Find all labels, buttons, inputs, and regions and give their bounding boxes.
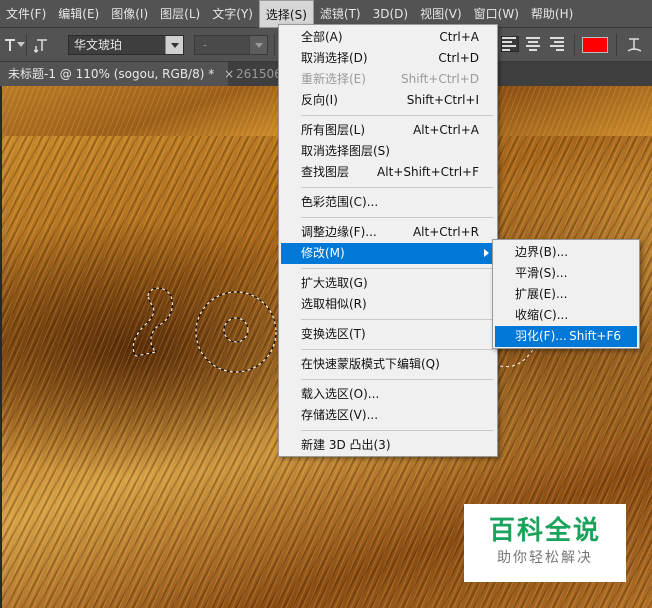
menu-item-shortcut: Ctrl+D: [438, 51, 479, 65]
menu-item-label: 色彩范围(C)...: [301, 195, 379, 209]
menu-item-deselect[interactable]: 取消选择(D) Ctrl+D: [281, 48, 495, 69]
type-tool-icon: [5, 39, 15, 51]
tool-preset-picker[interactable]: [4, 34, 26, 56]
menu-item-label: 选取相似(R): [301, 297, 367, 311]
menu-item-new-3d-extrusion[interactable]: 新建 3D 凸出(3): [281, 435, 495, 456]
menu-divider: [301, 115, 493, 116]
menu-item-inverse[interactable]: 反向(I) Shift+Ctrl+I: [281, 90, 495, 111]
menu-item-label: 新建 3D 凸出(3): [301, 438, 391, 452]
menu-file[interactable]: 文件(F): [0, 0, 52, 28]
menu-item-shortcut: Alt+Shift+Ctrl+F: [377, 165, 479, 179]
menu-item-shortcut: Shift+Ctrl+D: [401, 72, 479, 86]
menu-item-label: 修改(M): [301, 246, 345, 260]
menu-item-label: 平滑(S)...: [515, 266, 568, 280]
menu-layer[interactable]: 图层(L): [154, 0, 206, 28]
document-tab-label: 未标题-1 @ 110% (sogou, RGB/8) *: [8, 67, 215, 81]
divider: [616, 34, 617, 56]
menu-item-label: 收缩(C)...: [515, 308, 569, 322]
menu-item-shortcut: Ctrl+A: [439, 30, 479, 44]
font-style-select[interactable]: -: [194, 35, 268, 55]
menu-divider: [301, 430, 493, 431]
text-color-swatch[interactable]: [582, 37, 608, 53]
menu-item-label: 在快速蒙版模式下编辑(Q): [301, 357, 440, 371]
font-family-value: 华文琥珀: [74, 38, 123, 52]
menu-item-find-layers[interactable]: 查找图层 Alt+Shift+Ctrl+F: [281, 162, 495, 183]
menu-divider: [301, 217, 493, 218]
font-style-value: -: [203, 38, 208, 52]
menu-item-shortcut: Alt+Ctrl+R: [412, 225, 479, 239]
menu-edit[interactable]: 编辑(E): [52, 0, 105, 28]
menu-item-label: 边界(B)...: [515, 245, 569, 259]
watermark-logo: 百科全说 助你轻松解决: [464, 504, 626, 582]
watermark-title: 百科全说: [488, 516, 601, 546]
document-tab-label: 261506: [236, 67, 282, 81]
warp-text-icon[interactable]: [624, 34, 646, 56]
menu-item-color-range[interactable]: 色彩范围(C)...: [281, 192, 495, 213]
menu-item-label: 扩大选取(G): [301, 276, 368, 290]
menu-item-label: 羽化(F)...: [515, 329, 567, 343]
menu-item-shortcut: Alt+Ctrl+A: [413, 123, 479, 137]
submenu-item-smooth[interactable]: 平滑(S)...: [495, 263, 637, 284]
menu-item-label: 取消选择(D): [301, 51, 368, 65]
menu-item-shortcut: Shift+Ctrl+I: [406, 93, 479, 107]
menu-item-reselect: 重新选择(E) Shift+Ctrl+D: [281, 69, 495, 90]
align-left-button[interactable]: [501, 36, 519, 52]
menu-item-all-layers[interactable]: 所有图层(L) Alt+Ctrl+A: [281, 120, 495, 141]
menu-help[interactable]: 帮助(H): [525, 0, 579, 28]
font-family-select[interactable]: 华文琥珀: [68, 35, 184, 55]
chevron-down-icon: [17, 42, 25, 47]
menu-item-label: 查找图层: [301, 165, 350, 179]
menu-item-deselect-layers[interactable]: 取消选择图层(S): [281, 141, 495, 162]
submenu-item-expand[interactable]: 扩展(E)...: [495, 284, 637, 305]
menu-item-label: 全部(A): [301, 30, 343, 44]
menu-item-select-all[interactable]: 全部(A) Ctrl+A: [281, 27, 495, 48]
menu-divider: [301, 379, 493, 380]
watermark-subtitle: 助你轻松解决: [497, 550, 593, 566]
menu-type[interactable]: 文字(Y): [206, 0, 259, 28]
menu-item-label: 重新选择(E): [301, 72, 366, 86]
chevron-down-icon: [249, 36, 267, 54]
menu-item-label: 载入选区(O)...: [301, 387, 380, 401]
menu-item-similar[interactable]: 选取相似(R): [281, 294, 495, 315]
submenu-item-feather[interactable]: 羽化(F)... Shift+F6: [495, 326, 637, 347]
menu-item-label: 反向(I): [301, 93, 338, 107]
menu-item-label: 取消选择图层(S): [301, 144, 390, 158]
chevron-down-icon: [165, 36, 183, 54]
menu-item-label: 调整边缘(F)...: [301, 225, 377, 239]
divider: [574, 34, 575, 56]
align-center-button[interactable]: [526, 37, 542, 51]
menu-item-label: 所有图层(L): [301, 123, 366, 137]
submenu-item-contract[interactable]: 收缩(C)...: [495, 305, 637, 326]
modify-submenu: 边界(B)... 平滑(S)... 扩展(E)... 收缩(C)... 羽化(F…: [492, 239, 640, 349]
document-tab-active[interactable]: 未标题-1 @ 110% (sogou, RGB/8) * ×: [0, 62, 234, 86]
menu-divider: [301, 268, 493, 269]
chevron-right-icon: [484, 249, 489, 257]
menu-item-label: 存储选区(V)...: [301, 408, 379, 422]
menu-item-modify[interactable]: 修改(M): [281, 243, 495, 264]
select-menu-dropdown: 全部(A) Ctrl+A 取消选择(D) Ctrl+D 重新选择(E) Shift+C…: [278, 24, 498, 457]
divider: [26, 34, 27, 56]
submenu-item-border[interactable]: 边界(B)...: [495, 242, 637, 263]
menu-item-save-selection[interactable]: 存储选区(V)...: [281, 405, 495, 426]
menu-item-load-selection[interactable]: 载入选区(O)...: [281, 384, 495, 405]
menu-divider: [301, 349, 493, 350]
menu-item-label: 扩展(E)...: [515, 287, 568, 301]
text-orientation-icon[interactable]: [32, 34, 54, 56]
divider: [274, 34, 275, 56]
menu-item-label: 变换选区(T): [301, 327, 366, 341]
menu-item-refine-edge[interactable]: 调整边缘(F)... Alt+Ctrl+R: [281, 222, 495, 243]
menu-item-grow[interactable]: 扩大选取(G): [281, 273, 495, 294]
menu-image[interactable]: 图像(I): [105, 0, 154, 28]
align-right-button[interactable]: [550, 37, 566, 51]
menu-item-quick-mask[interactable]: 在快速蒙版模式下编辑(Q): [281, 354, 495, 375]
menu-divider: [301, 187, 493, 188]
menu-item-shortcut: Shift+F6: [569, 329, 621, 343]
menu-divider: [301, 319, 493, 320]
menu-item-transform-selection[interactable]: 变换选区(T): [281, 324, 495, 345]
